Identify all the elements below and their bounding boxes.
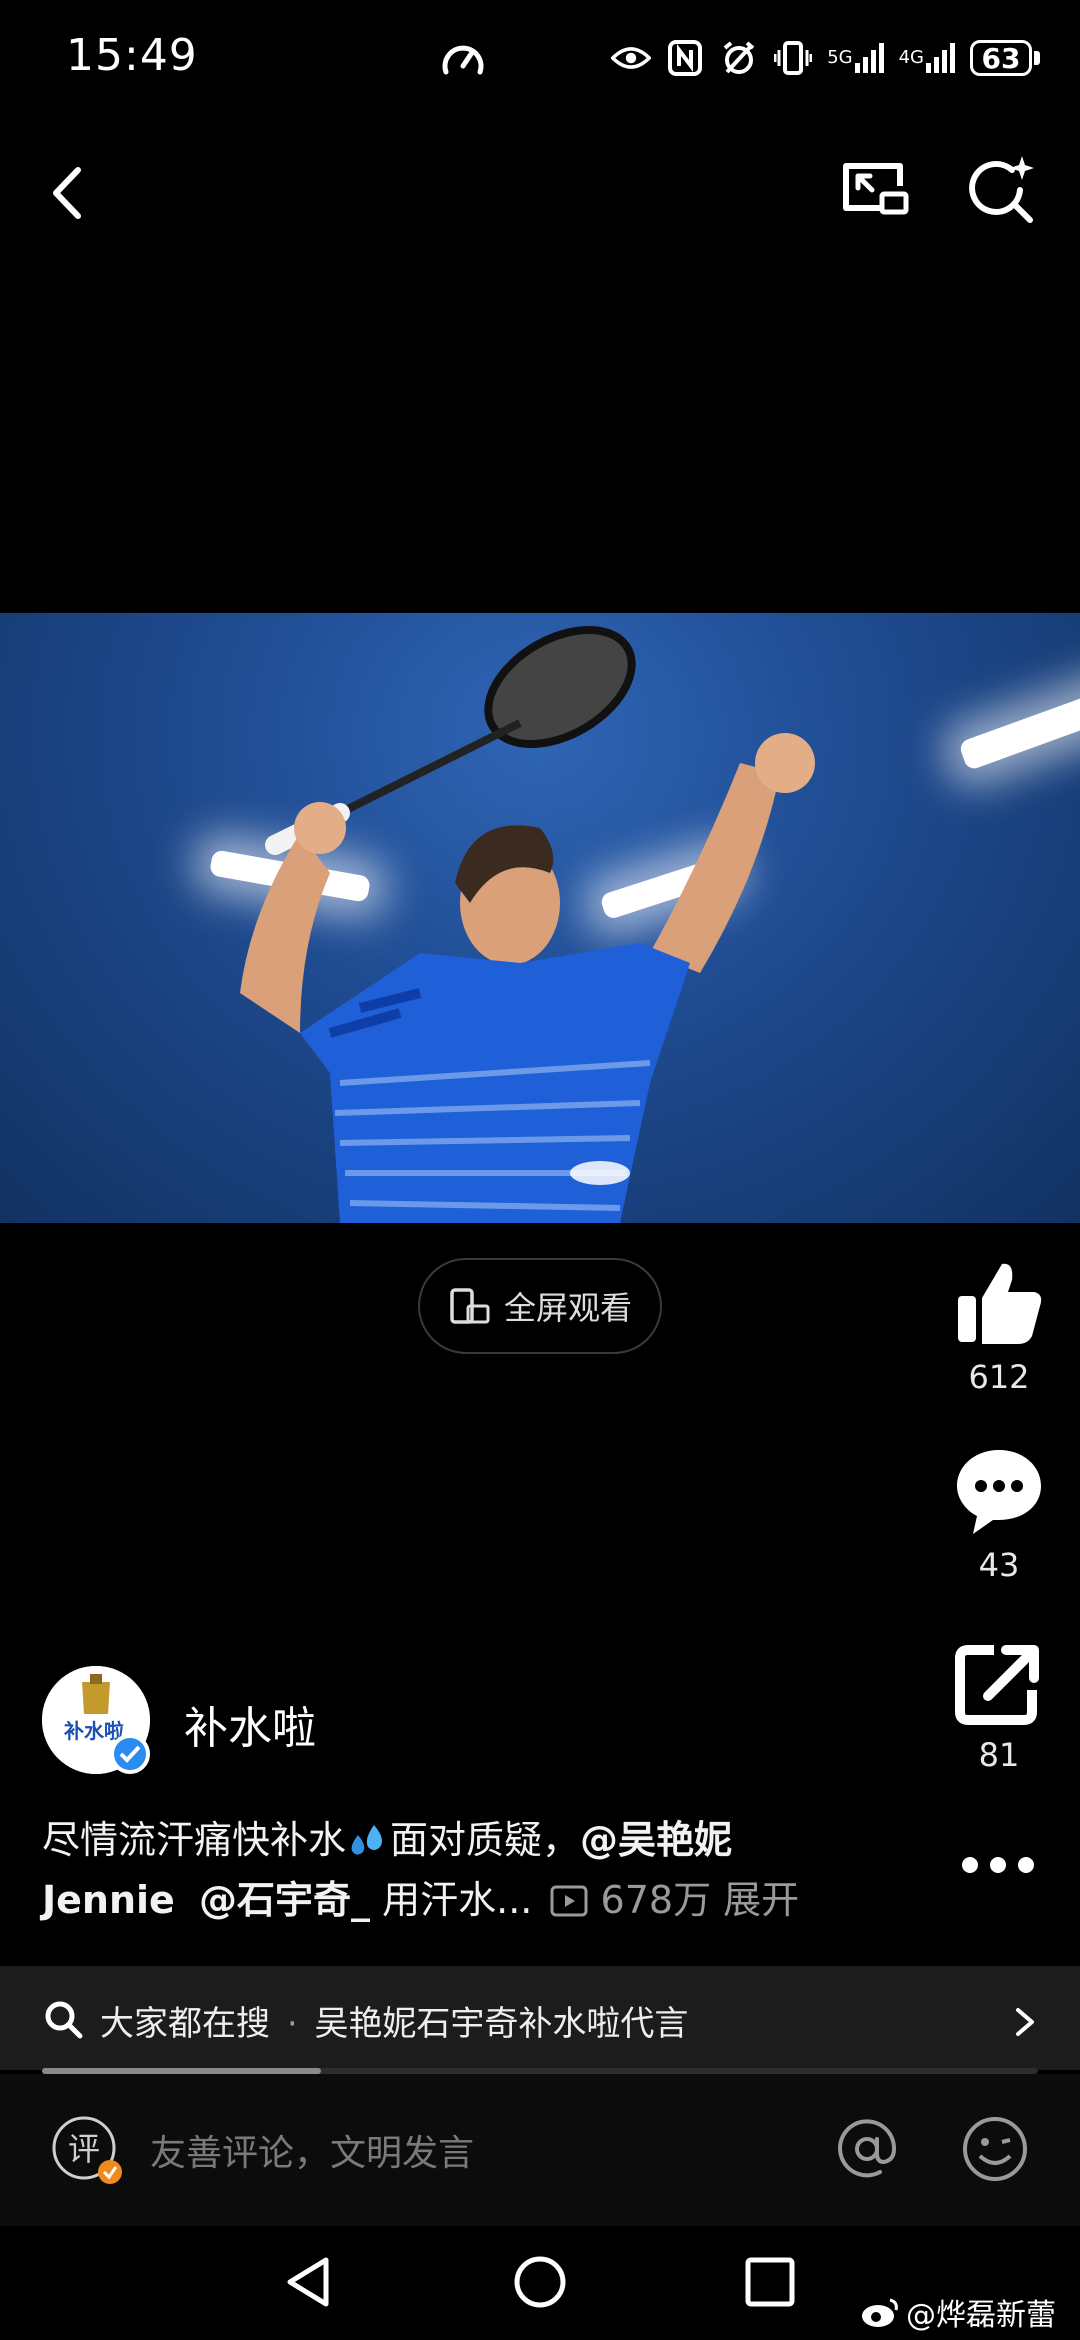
status-time: 15:49 xyxy=(66,30,198,81)
triangle-back-icon xyxy=(287,2257,329,2307)
like-count: 612 xyxy=(968,1358,1030,1396)
mention-link[interactable]: @石宇奇_ xyxy=(199,1878,370,1922)
nav-home-button[interactable] xyxy=(512,2254,568,2314)
view-count: 678万 xyxy=(600,1878,712,1922)
badminton-player-image xyxy=(240,626,815,1223)
alarm-off-icon xyxy=(719,38,759,78)
status-icons: 5G 4G 63 xyxy=(611,38,1040,78)
comment-button[interactable]: 43 xyxy=(944,1446,1054,1584)
comment-input[interactable]: 友善评论，文明发言 xyxy=(150,2124,474,2176)
share-count: 81 xyxy=(978,1736,1020,1774)
caption-line-2: Jennie @石宇奇_ 用汗水... 678万 展开 xyxy=(42,1870,882,1930)
back-button[interactable] xyxy=(36,148,126,238)
status-bar: 15:49 5G 4G 63 xyxy=(0,0,1080,120)
more-button[interactable] xyxy=(958,1850,1038,1890)
author-name[interactable]: 补水啦 xyxy=(184,1692,316,1756)
picture-in-picture-button[interactable] xyxy=(834,150,924,240)
signal-5g-label: 5G xyxy=(827,47,853,68)
battery-cap xyxy=(1034,51,1040,65)
comment-bubble-icon xyxy=(957,1450,1041,1534)
sparkle-search-icon xyxy=(969,156,1034,223)
caption-text: 用汗水... xyxy=(382,1878,533,1922)
comment-count: 43 xyxy=(978,1546,1020,1584)
chevron-right-icon[interactable] xyxy=(1010,2004,1040,2044)
nav-recents-button[interactable] xyxy=(744,2256,796,2312)
mention-link[interactable]: @吴艳妮 xyxy=(580,1818,732,1862)
watermark-text: @烨磊新蕾 xyxy=(906,2298,1056,2333)
caption-line-1: 尽情流汗痛快补水 面对质疑，@吴艳妮 xyxy=(42,1810,882,1870)
post-caption: 尽情流汗痛快补水 面对质疑，@吴艳妮 Jennie @石宇奇_ 用汗水... 67… xyxy=(42,1810,882,1930)
search-separator: · xyxy=(286,2004,298,2044)
nfc-icon xyxy=(665,38,705,78)
expand-link[interactable]: 展开 xyxy=(723,1878,799,1922)
battery-icon: 63 xyxy=(970,40,1040,76)
signal-4g-label: 4G xyxy=(898,47,924,68)
caption-text: 尽情流汗痛快补水 xyxy=(42,1818,347,1862)
battery-level: 63 xyxy=(970,40,1032,76)
chevron-left-icon xyxy=(53,167,81,219)
square-recents-icon xyxy=(745,2257,795,2307)
trending-search-text[interactable]: 大家都在搜 · 吴艳妮石宇奇补水啦代言 xyxy=(100,1996,688,2045)
emoji-button[interactable] xyxy=(960,2114,1030,2188)
caption-text: 面对质疑， xyxy=(390,1818,581,1862)
verified-badge xyxy=(110,1734,150,1774)
speedometer-icon xyxy=(440,38,486,84)
ai-search-button[interactable] xyxy=(960,150,1050,240)
nav-back-button[interactable] xyxy=(282,2254,336,2314)
search-prefix: 大家都在搜 xyxy=(100,2004,270,2044)
emoji-icon xyxy=(963,2117,1027,2181)
mention-at-button[interactable] xyxy=(832,2114,902,2188)
thumbs-up-icon xyxy=(958,1263,1042,1344)
share-icon xyxy=(955,1645,1039,1725)
play-count-icon xyxy=(544,1878,588,1922)
vibrate-icon xyxy=(773,38,813,78)
search-query: 吴艳妮石宇奇补水啦代言 xyxy=(314,2004,689,2044)
mention-link-continued[interactable]: Jennie xyxy=(42,1878,175,1922)
weibo-logo-icon xyxy=(862,2298,898,2327)
rotate-phone-icon xyxy=(450,1288,490,1324)
comment-badge-text: 评 xyxy=(68,2130,100,2168)
fullscreen-button[interactable]: 全屏观看 xyxy=(418,1258,662,1354)
circle-home-icon xyxy=(514,2256,566,2308)
share-button[interactable]: 81 xyxy=(944,1640,1054,1774)
comment-badge-icon: 评 xyxy=(48,2112,128,2196)
eye-icon xyxy=(611,38,652,78)
like-button[interactable]: 612 xyxy=(944,1258,1054,1396)
search-icon xyxy=(44,2000,84,2044)
more-dots-icon xyxy=(962,1857,1034,1873)
at-sign-icon xyxy=(838,2119,897,2178)
picture-in-picture-icon xyxy=(843,163,909,215)
fullscreen-label: 全屏观看 xyxy=(503,1289,632,1327)
weibo-watermark: @烨磊新蕾 xyxy=(860,2290,1056,2334)
check-icon xyxy=(119,1745,141,1763)
sweat-drops-icon xyxy=(346,1818,390,1862)
signal-4g-icon: 4G xyxy=(899,38,956,78)
signal-5g-icon: 5G xyxy=(827,38,884,78)
video-player[interactable] xyxy=(0,613,1080,1223)
